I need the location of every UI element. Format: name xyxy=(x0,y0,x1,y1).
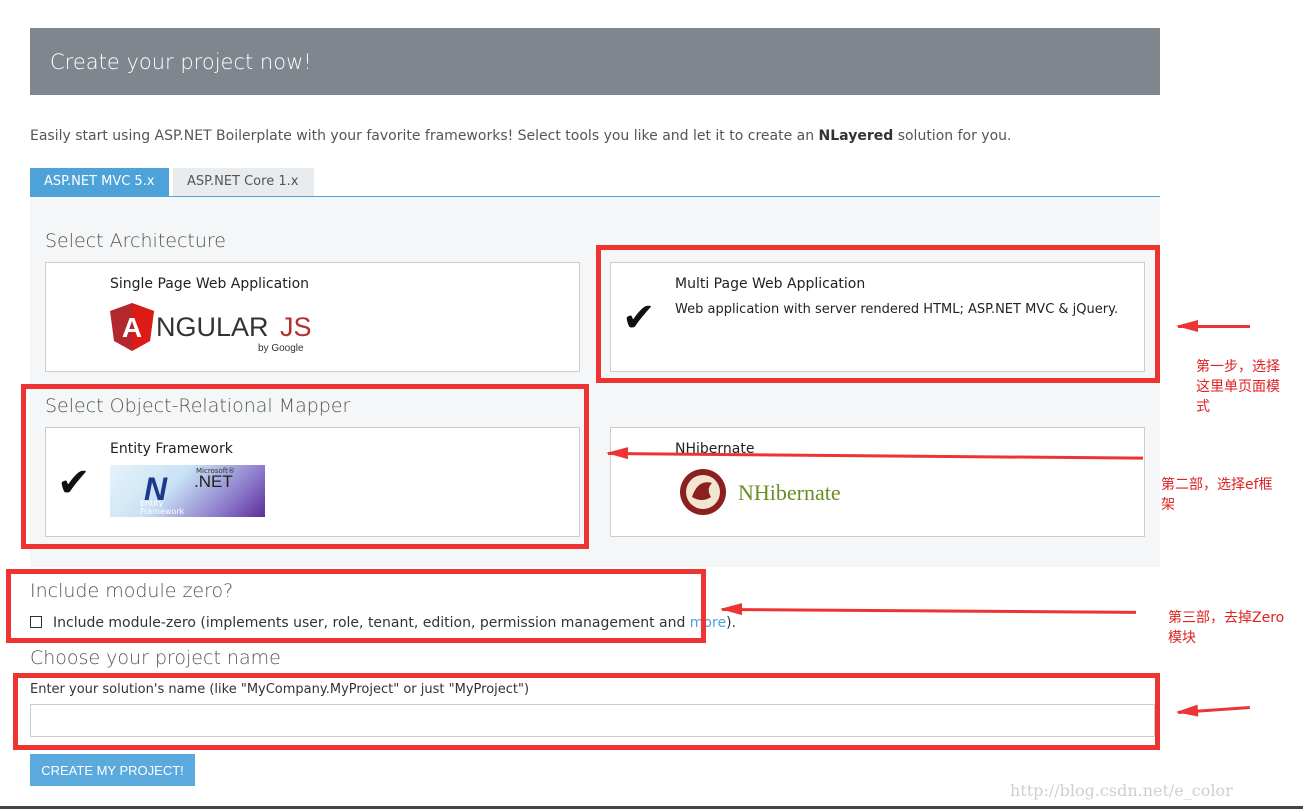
architecture-heading: Select Architecture xyxy=(45,230,226,252)
angular-logo-suffix: JS xyxy=(280,312,312,342)
annotation-arrow-1 xyxy=(1176,320,1250,332)
annotation-box-architecture xyxy=(596,245,1160,383)
watermark: http://blog.csdn.net/e_color xyxy=(1010,781,1233,800)
tab-aspnet-core[interactable]: ASP.NET Core 1.x xyxy=(173,168,314,196)
project-name-heading: Choose your project name xyxy=(30,647,281,669)
annotation-note-step1: 第一步，选择 这里单页面模 式 xyxy=(1196,359,1280,415)
intro-bold: NLayered xyxy=(818,128,894,144)
annotation-box-module-zero xyxy=(6,569,706,643)
nhibernate-logo: NHibernate xyxy=(680,469,841,515)
nhibernate-logo-text: NHibernate xyxy=(738,480,841,505)
angular-logo-text: NGULAR xyxy=(156,312,269,342)
annotation-box-orm xyxy=(21,384,589,549)
angularjs-logo: A NGULAR JS by Google xyxy=(110,303,312,353)
page-title: Create your project now! xyxy=(50,50,312,74)
svg-text:A: A xyxy=(122,312,142,343)
header-bar: Create your project now! xyxy=(30,28,1160,95)
intro-text: Easily start using ASP.NET Boilerplate w… xyxy=(30,128,1012,144)
annotation-arrow-4 xyxy=(1177,705,1250,714)
create-project-button[interactable]: CREATE MY PROJECT! xyxy=(30,754,195,786)
annotation-note-step3: 第三部，去掉Zero 模块 xyxy=(1168,610,1285,646)
tab-aspnet-mvc[interactable]: ASP.NET MVC 5.x xyxy=(30,168,169,196)
spa-option-title: Single Page Web Application xyxy=(110,276,310,292)
annotation-box-project-name xyxy=(13,673,1160,750)
annotation-arrow-3 xyxy=(721,608,1137,614)
annotation-note-step2: 第二部，选择ef框 架 xyxy=(1161,477,1273,513)
angular-logo-by: by Google xyxy=(258,343,304,353)
